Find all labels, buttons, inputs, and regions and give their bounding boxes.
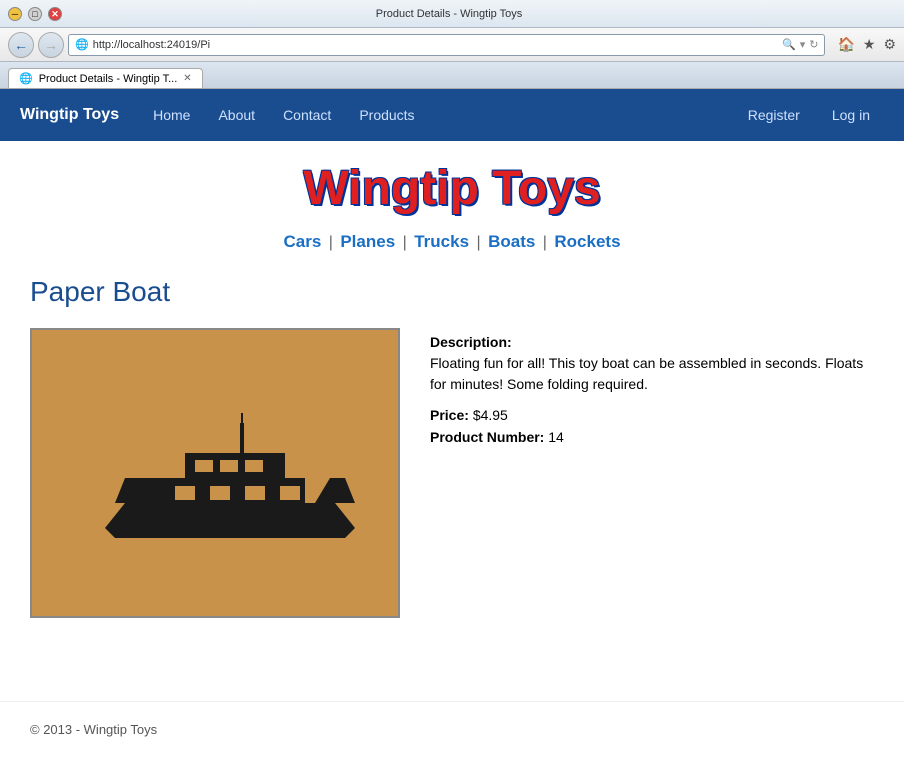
main-content: Wingtip Toys Cars | Planes | Trucks | Bo…: [0, 141, 904, 701]
nav-products[interactable]: Products: [345, 107, 428, 123]
nav-register[interactable]: Register: [734, 107, 814, 123]
close-button[interactable]: ✕: [48, 7, 62, 21]
product-image: [30, 328, 400, 618]
sep-3: |: [476, 234, 480, 251]
forward-button[interactable]: →: [38, 32, 64, 58]
description-text: Floating fun for all! This toy boat can …: [430, 355, 863, 392]
price-value: $4.95: [473, 407, 508, 423]
sep-1: |: [329, 234, 333, 251]
product-details: Description: Floating fun for all! This …: [430, 328, 874, 451]
nav-home[interactable]: Home: [139, 107, 204, 123]
sep-4: |: [543, 234, 547, 251]
nav-contact[interactable]: Contact: [269, 107, 345, 123]
boat-svg: [45, 373, 385, 573]
product-section: Description: Floating fun for all! This …: [30, 328, 874, 618]
page-icon: 🌐: [75, 38, 89, 51]
tab-bar: 🌐 Product Details - Wingtip T... ✕: [0, 62, 904, 88]
site-nav-links: Home About Contact Products: [139, 107, 734, 123]
category-planes[interactable]: Planes: [340, 232, 395, 251]
price-label: Price:: [430, 407, 469, 423]
product-title: Paper Boat: [30, 276, 874, 308]
restore-button[interactable]: □: [28, 7, 42, 21]
category-cars[interactable]: Cars: [283, 232, 321, 251]
settings-icon[interactable]: ⚙: [883, 36, 896, 53]
tab-title: Product Details - Wingtip T...: [39, 73, 178, 85]
minimize-button[interactable]: ─: [8, 7, 22, 21]
site-brand-link[interactable]: Wingtip Toys: [20, 106, 119, 124]
title-bar: ─ □ ✕ Product Details - Wingtip Toys: [0, 0, 904, 28]
back-button[interactable]: ←: [8, 32, 34, 58]
nav-about[interactable]: About: [204, 107, 269, 123]
star-icon[interactable]: ★: [863, 36, 876, 53]
search-icon: 🔍: [782, 38, 796, 51]
address-bar[interactable]: 🌐 http://localhost:24019/Pi 🔍 ▾ ↻: [68, 34, 825, 56]
window-title: Product Details - Wingtip Toys: [376, 8, 523, 20]
tab-close-button[interactable]: ✕: [183, 73, 191, 84]
description-label: Description:: [430, 334, 512, 350]
category-nav: Cars | Planes | Trucks | Boats | Rockets: [30, 232, 874, 252]
product-price: Price: $4.95: [430, 407, 874, 423]
dropdown-icon[interactable]: ▾: [800, 38, 806, 51]
product-number: Product Number: 14: [430, 429, 874, 445]
category-boats[interactable]: Boats: [488, 232, 535, 251]
refresh-icon[interactable]: ↻: [809, 38, 818, 51]
footer-copyright: © 2013 - Wingtip Toys: [30, 722, 157, 737]
category-rockets[interactable]: Rockets: [554, 232, 620, 251]
browser-tab[interactable]: 🌐 Product Details - Wingtip T... ✕: [8, 68, 203, 88]
product-description: Description: Floating fun for all! This …: [430, 332, 874, 395]
number-value: 14: [548, 429, 564, 445]
home-icon[interactable]: 🏠: [837, 36, 854, 53]
number-label: Product Number:: [430, 429, 544, 445]
sep-2: |: [403, 234, 407, 251]
site-title: Wingtip Toys: [30, 161, 874, 216]
url-text: http://localhost:24019/Pi: [93, 39, 210, 51]
footer: © 2013 - Wingtip Toys: [0, 701, 904, 757]
nav-bar: ← → 🌐 http://localhost:24019/Pi 🔍 ▾ ↻ 🏠 …: [0, 28, 904, 62]
category-trucks[interactable]: Trucks: [414, 232, 469, 251]
tab-icon: 🌐: [19, 72, 33, 85]
site-nav-right: Register Log in: [734, 107, 884, 123]
site-navbar: Wingtip Toys Home About Contact Products…: [0, 89, 904, 141]
browser-chrome: ─ □ ✕ Product Details - Wingtip Toys ← →…: [0, 0, 904, 89]
nav-login[interactable]: Log in: [818, 107, 884, 123]
